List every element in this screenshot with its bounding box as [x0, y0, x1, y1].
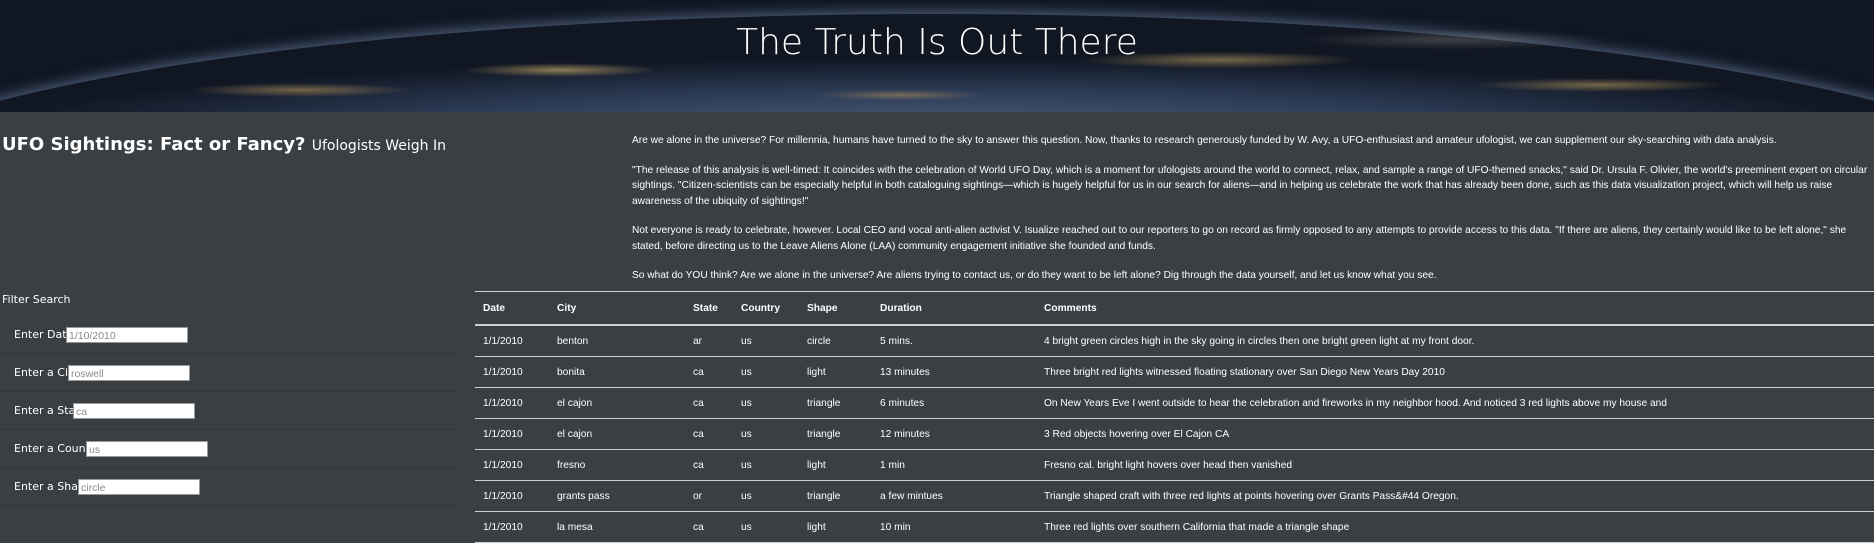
- cell-state: ca: [685, 511, 733, 543]
- cell-shape: circle: [799, 325, 872, 357]
- cell-country: us: [733, 418, 799, 450]
- country-input[interactable]: us: [86, 441, 208, 457]
- cell-city: grants pass: [549, 480, 685, 512]
- cell-country: us: [733, 387, 799, 419]
- intro-paragraph: So what do YOU think? Are we alone in th…: [632, 270, 1437, 281]
- table-row: 1/1/2010 bonita ca us light 13 minutes T…: [475, 356, 1874, 388]
- cell-date: 1/1/2010: [475, 356, 549, 388]
- cell-state: ca: [685, 387, 733, 419]
- filter-state-row: Enter a State ca: [0, 392, 456, 430]
- cell-comments: Triangle shaped craft with three red lig…: [1036, 480, 1874, 512]
- table-row: 1/1/2010 grants pass or us triangle a fe…: [475, 480, 1874, 512]
- cell-comments: Three red lights over southern Californi…: [1036, 511, 1874, 543]
- cell-duration: a few mintues: [872, 480, 1036, 512]
- cell-state: ca: [685, 356, 733, 388]
- headline-main: UFO Sightings: Fact or Fancy?: [2, 134, 306, 155]
- cell-country: us: [733, 511, 799, 543]
- article-headline: UFO Sightings: Fact or Fancy? Ufologists…: [2, 134, 446, 155]
- cell-comments: Fresno cal. bright light hovers over hea…: [1036, 449, 1874, 481]
- filter-search-title: Filter Search: [2, 293, 71, 306]
- cell-city: fresno: [549, 449, 685, 481]
- col-duration: Duration: [872, 291, 1036, 326]
- intro-paragraph: Not everyone is ready to celebrate, howe…: [632, 225, 1847, 252]
- filter-date-row: Enter Date 1/10/2010: [0, 316, 456, 354]
- cell-city: bonita: [549, 356, 685, 388]
- cell-date: 1/1/2010: [475, 480, 549, 512]
- intro-text: Are we alone in the universe? For millen…: [632, 133, 1870, 298]
- intro-paragraph: Are we alone in the universe? For millen…: [632, 135, 1777, 146]
- col-country: Country: [733, 291, 799, 326]
- table-row: 1/1/2010 fresno ca us light 1 min Fresno…: [475, 449, 1874, 481]
- city-input[interactable]: roswell: [68, 365, 190, 381]
- table-header-row: Date City State Country Shape Duration C…: [475, 291, 1874, 326]
- cell-duration: 1 min: [872, 449, 1036, 481]
- cell-city: el cajon: [549, 387, 685, 419]
- shape-input[interactable]: circle: [78, 479, 200, 495]
- filter-city-row: Enter a City roswell: [0, 354, 456, 392]
- state-input[interactable]: ca: [73, 403, 195, 419]
- filter-shape-row: Enter a Shape circle: [0, 468, 456, 506]
- cell-state: ca: [685, 449, 733, 481]
- cell-shape: light: [799, 449, 872, 481]
- col-date: Date: [475, 291, 549, 326]
- cell-duration: 6 minutes: [872, 387, 1036, 419]
- cell-city: benton: [549, 325, 685, 357]
- cell-country: us: [733, 325, 799, 357]
- table-row: 1/1/2010 el cajon ca us triangle 6 minut…: [475, 387, 1874, 419]
- cell-duration: 10 min: [872, 511, 1036, 543]
- cell-state: ar: [685, 325, 733, 357]
- cell-date: 1/1/2010: [475, 418, 549, 450]
- cell-shape: triangle: [799, 418, 872, 450]
- cell-state: ca: [685, 418, 733, 450]
- col-comments: Comments: [1036, 291, 1874, 326]
- date-input[interactable]: 1/10/2010: [66, 327, 188, 343]
- cell-duration: 5 mins.: [872, 325, 1036, 357]
- cell-country: us: [733, 356, 799, 388]
- cell-shape: light: [799, 356, 872, 388]
- cell-comments: 4 bright green circles high in the sky g…: [1036, 325, 1874, 357]
- ufo-table: Date City State Country Shape Duration C…: [475, 291, 1874, 543]
- table-row: 1/1/2010 benton ar us circle 5 mins. 4 b…: [475, 325, 1874, 357]
- col-state: State: [685, 291, 733, 326]
- hero-title: The Truth Is Out There: [736, 22, 1138, 63]
- cell-date: 1/1/2010: [475, 325, 549, 357]
- cell-date: 1/1/2010: [475, 449, 549, 481]
- filter-country-row: Enter a Country us: [0, 430, 456, 468]
- filter-panel: Enter Date 1/10/2010 Enter a City roswel…: [0, 316, 456, 512]
- cell-duration: 12 minutes: [872, 418, 1036, 450]
- cell-shape: triangle: [799, 387, 872, 419]
- table-row: 1/1/2010 el cajon ca us triangle 12 minu…: [475, 418, 1874, 450]
- headline-sub: Ufologists Weigh In: [311, 138, 446, 154]
- cell-comments: On New Years Eve I went outside to hear …: [1036, 387, 1874, 419]
- cell-comments: Three bright red lights witnessed floati…: [1036, 356, 1874, 388]
- table-row: 1/1/2010 la mesa ca us light 10 min Thre…: [475, 511, 1874, 543]
- cell-shape: triangle: [799, 480, 872, 512]
- cell-comments: 3 Red objects hovering over El Cajon CA: [1036, 418, 1874, 450]
- cell-shape: light: [799, 511, 872, 543]
- cell-city: el cajon: [549, 418, 685, 450]
- cell-duration: 13 minutes: [872, 356, 1036, 388]
- cell-country: us: [733, 480, 799, 512]
- cell-date: 1/1/2010: [475, 511, 549, 543]
- filter-date-label: Enter Date: [14, 328, 74, 341]
- cell-city: la mesa: [549, 511, 685, 543]
- cell-state: or: [685, 480, 733, 512]
- col-shape: Shape: [799, 291, 872, 326]
- cell-country: us: [733, 449, 799, 481]
- cell-date: 1/1/2010: [475, 387, 549, 419]
- col-city: City: [549, 291, 685, 326]
- intro-paragraph: "The release of this analysis is well-ti…: [632, 164, 1868, 207]
- hero-banner: The Truth Is Out There: [0, 0, 1874, 112]
